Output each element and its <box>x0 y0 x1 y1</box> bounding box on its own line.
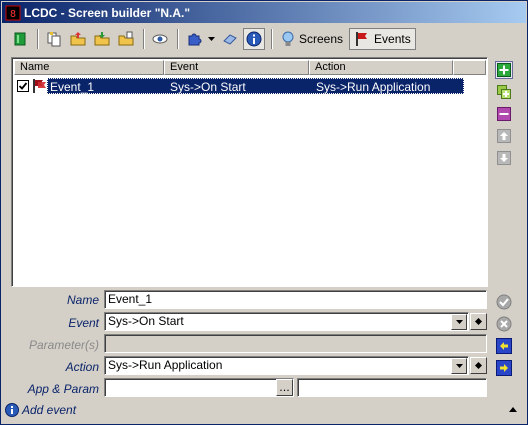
check-icon <box>496 294 512 310</box>
move-up-button[interactable] <box>495 127 513 145</box>
screens-label: Screens <box>299 32 344 46</box>
cell-name: Event_1 <box>50 80 95 94</box>
exit-icon[interactable] <box>9 28 31 50</box>
arrow-up-icon <box>497 129 511 143</box>
info-icon[interactable] <box>243 28 265 50</box>
toolbar: Screens Events <box>3 25 525 53</box>
previous-button[interactable] <box>495 337 513 355</box>
toolbar-separator <box>143 29 145 49</box>
save-folder-icon[interactable] <box>91 28 113 50</box>
export-folder-icon[interactable] <box>115 28 137 50</box>
collapse-arrow-icon[interactable] <box>507 403 519 415</box>
event-enabled-checkbox[interactable] <box>17 80 29 92</box>
next-button[interactable] <box>495 359 513 377</box>
column-header-event[interactable]: Event <box>164 60 309 75</box>
cell-event: Sys->On Start <box>170 80 246 94</box>
toolbar-separator <box>177 29 179 49</box>
chevron-down-icon <box>455 320 463 324</box>
name-label: Name <box>66 293 99 307</box>
event-label: Event <box>68 316 99 330</box>
events-flag-icon <box>356 32 368 46</box>
move-down-button[interactable] <box>495 149 513 167</box>
table-row[interactable]: Event_1 Sys->On Start Sys->Run Applicati… <box>16 78 464 95</box>
lcdc-app-icon: 8 <box>5 5 21 21</box>
open-folder-icon[interactable] <box>67 28 89 50</box>
preview-eye-icon[interactable] <box>149 28 171 50</box>
browse-button[interactable]: ... <box>276 379 293 396</box>
arrow-down-icon <box>497 151 511 165</box>
minus-icon <box>497 107 511 121</box>
column-header-action[interactable]: Action <box>309 60 453 75</box>
screens-lamp-icon <box>282 31 294 46</box>
add-event-button[interactable] <box>495 61 513 79</box>
screen-builder-window: 8 LCDC - Screen builder "N.A." Screens E… <box>0 0 528 425</box>
column-header-filler <box>453 60 486 75</box>
chevron-down-icon <box>455 364 463 368</box>
action-dropdown-button[interactable] <box>451 358 467 374</box>
app-params-field[interactable] <box>297 378 487 397</box>
arrow-right-icon <box>496 360 512 376</box>
parameters-field <box>104 334 487 353</box>
event-select[interactable]: Sys->On Start <box>104 312 469 331</box>
plus-icon <box>497 63 511 77</box>
action-select[interactable]: Sys->Run Application <box>104 356 469 375</box>
screens-tab-button[interactable]: Screens <box>277 28 347 50</box>
info-icon <box>5 403 19 417</box>
column-header-name[interactable]: Name <box>14 60 164 75</box>
plugin-puzzle-icon[interactable] <box>183 28 205 50</box>
apply-button[interactable] <box>495 293 513 311</box>
cell-action: Sys->Run Application <box>316 80 431 94</box>
app-path-field[interactable] <box>104 378 294 397</box>
chevron-down-icon[interactable] <box>207 28 215 50</box>
events-list-header: Name Event Action <box>14 60 486 75</box>
action-options-button[interactable] <box>470 357 487 374</box>
duplicate-event-button[interactable] <box>495 83 513 101</box>
diamond-icon <box>475 362 482 369</box>
new-document-icon[interactable] <box>43 28 65 50</box>
diamond-icon <box>475 318 482 325</box>
title-bar[interactable]: 8 LCDC - Screen builder "N.A." <box>2 2 526 23</box>
remove-event-button[interactable] <box>495 105 513 123</box>
selected-row-highlight: Event_1 Sys->On Start Sys->Run Applicati… <box>47 78 464 94</box>
arrow-left-icon <box>496 338 512 354</box>
app-param-label: App & Param <box>27 382 99 396</box>
status-bar: Add event <box>5 401 76 419</box>
cancel-button[interactable] <box>495 315 513 333</box>
events-tab-button[interactable]: Events <box>349 28 416 50</box>
close-icon <box>496 316 512 332</box>
action-label: Action <box>65 360 99 374</box>
event-options-button[interactable] <box>470 313 487 330</box>
toolbar-separator <box>271 29 273 49</box>
duplicate-icon <box>497 85 511 99</box>
events-list[interactable]: Name Event Action Event_1 Sys->On Start … <box>11 57 488 287</box>
parameters-label: Parameter(s) <box>28 338 99 352</box>
eraser-icon[interactable] <box>219 28 241 50</box>
event-flag-icon <box>32 79 48 93</box>
events-label: Events <box>374 32 411 46</box>
window-title: LCDC - Screen builder "N.A." <box>24 5 191 20</box>
event-dropdown-button[interactable] <box>451 314 467 330</box>
svg-text:8: 8 <box>10 9 16 20</box>
name-field[interactable]: Event_1 <box>104 290 487 309</box>
status-text: Add event <box>22 403 77 417</box>
toolbar-separator <box>37 29 39 49</box>
